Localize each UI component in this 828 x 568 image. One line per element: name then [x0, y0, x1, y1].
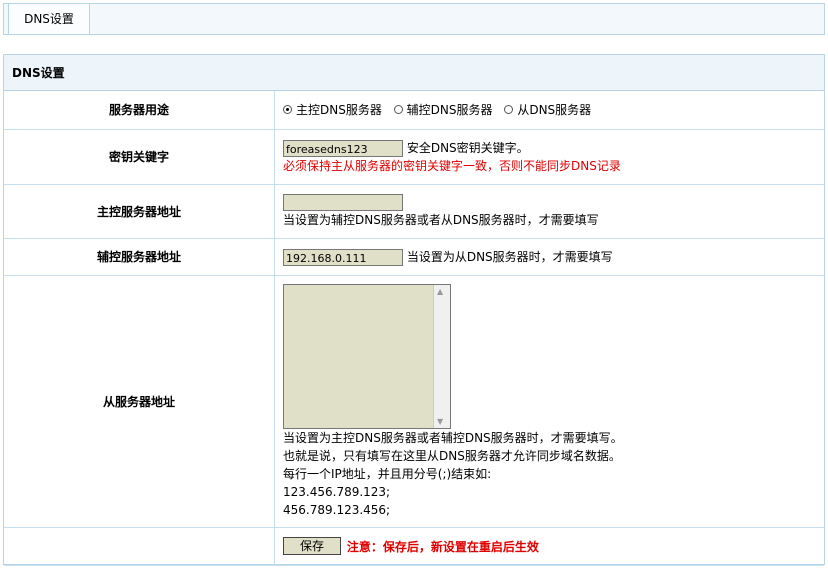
key-warning: 必须保持主从服务器的密钥关键字一致，否则不能同步DNS记录 — [283, 158, 621, 173]
slave-example-1: 123.456.789.123; — [283, 484, 391, 499]
dns-settings-panel: DNS设置 服务器用途 主控DNS服务器 辅控DNS服务器 从DNS服务器 密钥… — [3, 54, 825, 566]
radio-aux-dns[interactable]: 辅控DNS服务器 — [393, 101, 493, 118]
radio-slave-label: 从DNS服务器 — [517, 103, 592, 118]
textarea-scrollbar[interactable]: ▲ ▼ — [433, 284, 450, 428]
dns-settings-form: 服务器用途 主控DNS服务器 辅控DNS服务器 从DNS服务器 密钥关键字 fo… — [4, 91, 824, 566]
radio-slave-dns[interactable]: 从DNS服务器 — [504, 101, 591, 118]
key-label: 密钥关键字 — [4, 129, 275, 185]
scroll-down-icon[interactable]: ▼ — [437, 417, 443, 426]
row-master-address: 主控服务器地址 当设置为辅控DNS服务器或者从DNS服务器时，才需要填写 — [4, 184, 824, 239]
row-slave-address: 从服务器地址 ▲ ▼ 当设置为主控DNS服务器或者辅控DNS服务器时，才需要填写… — [4, 275, 824, 528]
row-key: 密钥关键字 foreasedns123 安全DNS密钥关键字。 必须保持主从服务… — [4, 129, 824, 185]
key-hint: 安全DNS密钥关键字。 — [406, 140, 529, 155]
scroll-up-icon[interactable]: ▲ — [437, 287, 443, 296]
slave-hint-2: 也就是说，只有填写在这里从DNS服务器才允许同步域名数据。 — [283, 448, 621, 463]
aux-address-hint: 当设置为从DNS服务器时，才需要填写 — [406, 249, 613, 264]
master-address-label: 主控服务器地址 — [4, 184, 275, 239]
master-address-hint: 当设置为辅控DNS服务器或者从DNS服务器时，才需要填写 — [283, 213, 599, 227]
radio-aux-label: 辅控DNS服务器 — [406, 103, 493, 118]
slave-hint-3: 每行一个IP地址，并且用分号(;)结束如: — [283, 466, 492, 481]
master-address-input[interactable] — [283, 194, 403, 211]
slave-hint-1: 当设置为主控DNS服务器或者辅控DNS服务器时，才需要填写。 — [283, 430, 623, 445]
radio-master-dot[interactable] — [283, 105, 292, 115]
slave-address-textarea[interactable]: ▲ ▼ — [283, 283, 451, 429]
save-button[interactable]: 保存 — [283, 537, 341, 555]
slave-example-2: 456.789.123.456; — [283, 502, 391, 517]
radio-aux-dot[interactable] — [393, 105, 403, 115]
radio-master-dns[interactable]: 主控DNS服务器 — [283, 101, 382, 118]
panel-title: DNS设置 — [4, 55, 824, 91]
slave-address-label: 从服务器地址 — [4, 275, 275, 528]
radio-slave-dot[interactable] — [504, 105, 514, 115]
aux-address-input[interactable]: 192.168.0.111 — [283, 248, 403, 266]
top-tab-bar: DNS设置 — [3, 3, 825, 35]
server-usage-label: 服务器用途 — [4, 91, 275, 130]
radio-master-label: 主控DNS服务器 — [296, 103, 382, 118]
key-input[interactable]: foreasedns123 — [283, 139, 403, 157]
save-note: 注意：保存后，新设置在重启后生效 — [346, 539, 539, 554]
aux-address-label: 辅控服务器地址 — [4, 238, 275, 276]
row-aux-address: 辅控服务器地址 192.168.0.111 当设置为从DNS服务器时，才需要填写 — [4, 238, 824, 276]
row-save: 保存 注意：保存后，新设置在重启后生效 — [4, 527, 824, 566]
row-server-usage: 服务器用途 主控DNS服务器 辅控DNS服务器 从DNS服务器 — [4, 91, 824, 130]
tab-dns-settings[interactable]: DNS设置 — [8, 4, 90, 34]
save-row-empty-label — [4, 527, 275, 566]
